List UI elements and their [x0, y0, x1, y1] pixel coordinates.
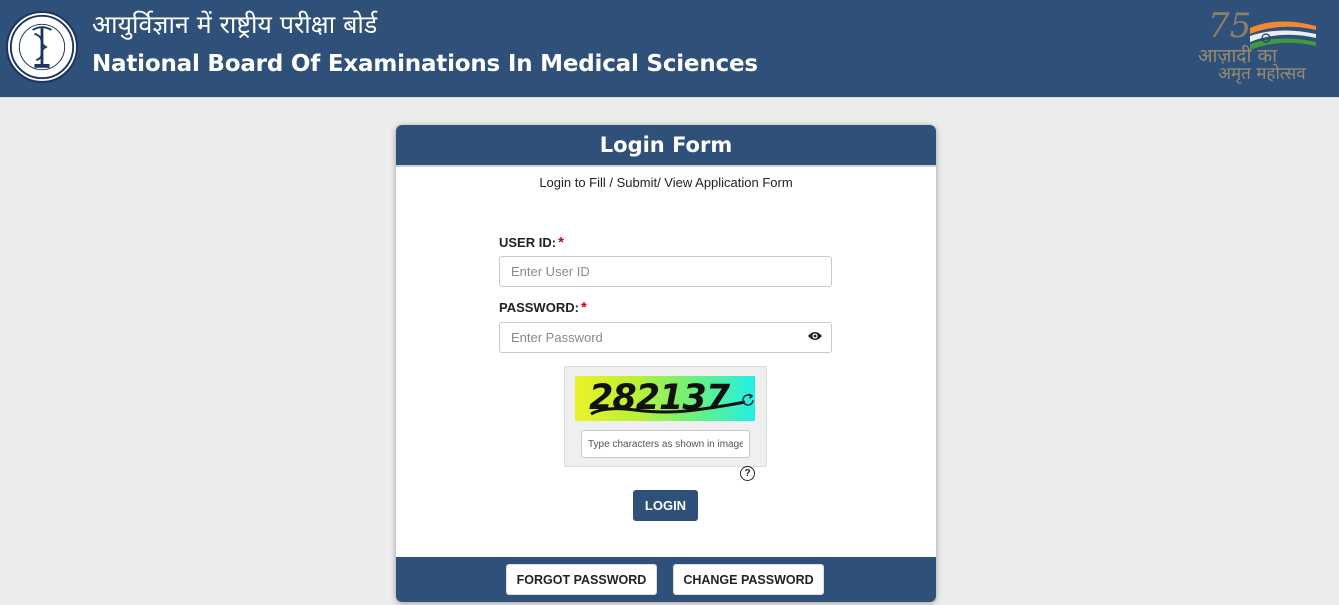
captcha-box: 282137 — [564, 366, 767, 467]
login-form-title: Login Form — [599, 133, 733, 157]
azadi-line2: अमृत महोत्सव — [1218, 64, 1306, 84]
azadi-ka-amrit-mahotsav-logo: 75 आज़ादी का अमृत महोत्सव — [1196, 8, 1332, 88]
password-input[interactable] — [499, 322, 832, 353]
user-id-label: USER ID: * — [499, 234, 564, 251]
refresh-icon[interactable] — [740, 392, 756, 408]
eye-icon[interactable] — [807, 330, 823, 342]
user-id-input[interactable] — [499, 256, 832, 287]
login-form-footer: FORGOT PASSWORD CHANGE PASSWORD — [396, 557, 936, 602]
help-icon[interactable]: ? — [740, 466, 755, 481]
hindi-title: आयुर्विज्ञान में राष्ट्रीय परीक्षा बोर्ड — [92, 10, 378, 39]
login-form-subtitle: Login to Fill / Submit/ View Application… — [539, 175, 793, 190]
english-title: National Board Of Examinations In Medica… — [92, 51, 758, 77]
captcha-input[interactable] — [581, 430, 750, 458]
change-password-button[interactable]: CHANGE PASSWORD — [673, 564, 824, 595]
login-button[interactable]: LOGIN — [633, 490, 698, 521]
azadi-line1: आज़ादी का — [1198, 45, 1277, 67]
captcha-strike-line — [590, 400, 746, 416]
site-header: आयुर्विज्ञान में राष्ट्रीय परीक्षा बोर्ड… — [0, 0, 1339, 98]
captcha-image: 282137 — [575, 376, 755, 421]
login-form-card: Login Form Login to Fill / Submit/ View … — [396, 125, 936, 602]
azadi-number: 75 — [1208, 6, 1252, 46]
login-form-header: Login Form — [396, 125, 936, 167]
required-mark: * — [558, 234, 564, 251]
password-label: PASSWORD: * — [499, 299, 587, 316]
forgot-password-button[interactable]: FORGOT PASSWORD — [506, 564, 657, 595]
nbems-emblem-icon — [6, 11, 78, 83]
required-mark: * — [580, 299, 587, 316]
